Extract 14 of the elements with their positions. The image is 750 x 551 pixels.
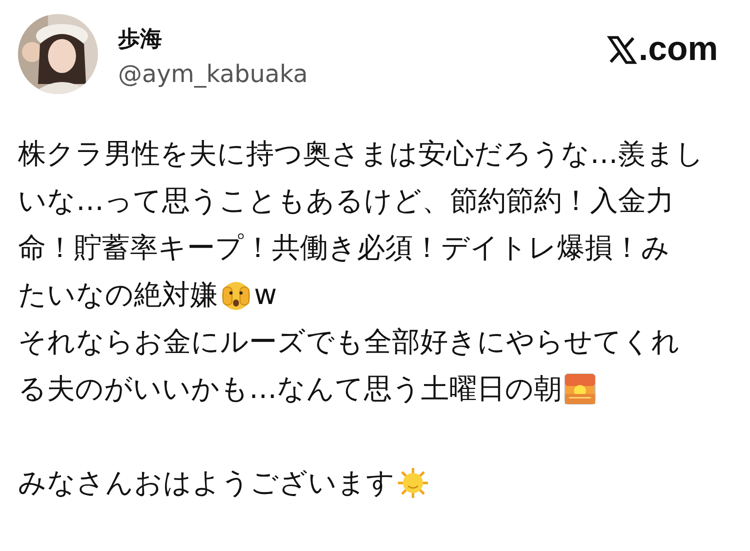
post-text: る夫のがいいかも…なんて思う土曜日の朝 (18, 371, 562, 407)
sunrise-icon (564, 372, 596, 404)
post-text: いな…って思うこともあるけど、節約節約！入金力 (18, 183, 674, 219)
sun-face-icon (397, 466, 429, 498)
post-text: それならお金にルーズでも全部好きにやらせてくれ (18, 324, 680, 360)
post-text: 命！貯蓄率キープ！共働き必須！デイトレ爆損！み (18, 230, 670, 266)
domain-text: .com (638, 30, 718, 69)
post-text: たいなの絶対嫌 (18, 277, 218, 313)
author-name: 歩海 (118, 26, 162, 54)
post-text: みなさんおはようございます (18, 465, 395, 501)
post-text: w (254, 277, 277, 313)
x-logo-icon (606, 34, 637, 64)
author-handle: @aym_kabuaka (118, 60, 308, 88)
post-text: 株クラ男性を夫に持つ奥さまは安心だろうな…羨まし (18, 136, 704, 172)
